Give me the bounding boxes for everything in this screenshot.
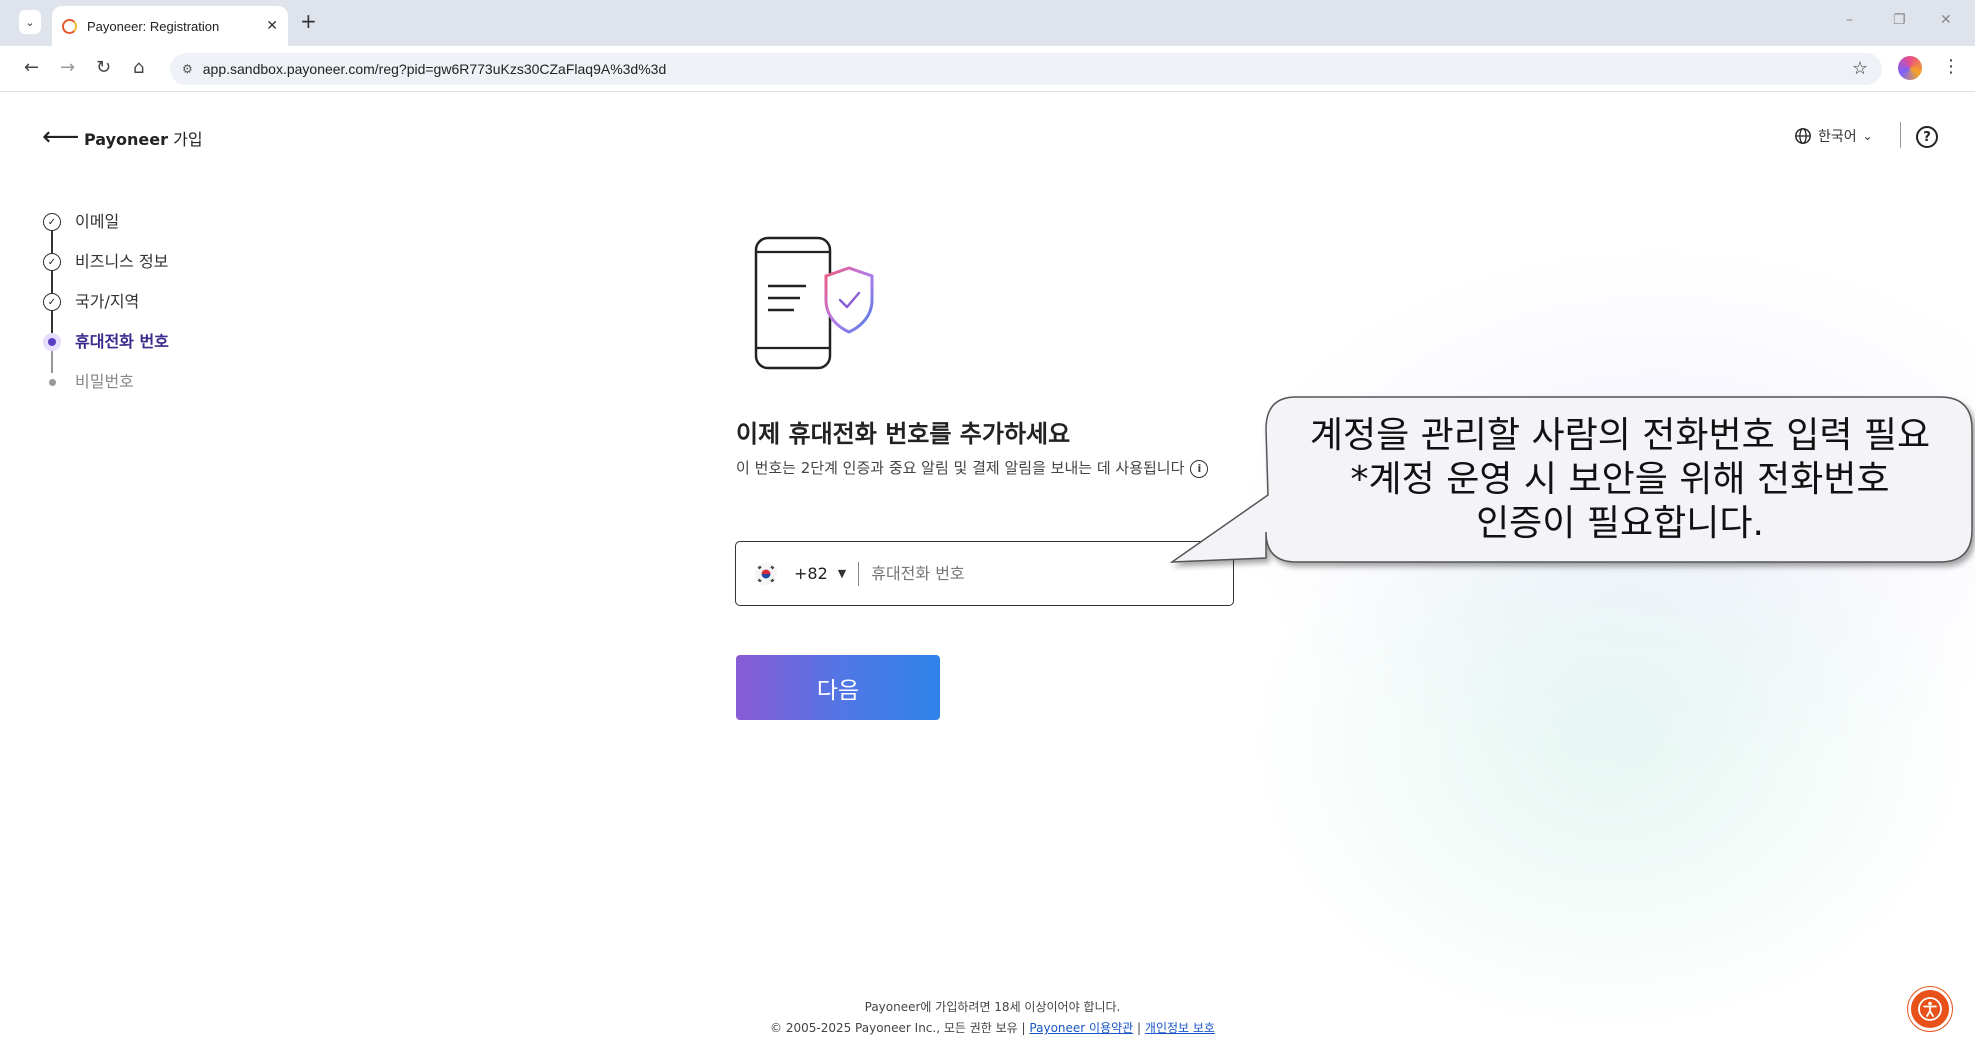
accessibility-figure-icon bbox=[1918, 997, 1942, 1021]
forward-nav-icon[interactable]: → bbox=[60, 57, 75, 78]
browser-toolbar: ← → ↻ ⌂ ⚙ app.sandbox.payoneer.com/reg?p… bbox=[0, 46, 1975, 92]
step-business-info: ✓ 비즈니스 정보 bbox=[43, 252, 169, 294]
step-connector bbox=[51, 350, 53, 374]
phone-number-field: +82 ▼ bbox=[735, 541, 1234, 606]
checkmark-icon: ✓ bbox=[43, 213, 61, 231]
pending-step-dot-icon bbox=[43, 373, 61, 391]
tab-close-icon[interactable]: ✕ bbox=[266, 18, 278, 34]
subtitle-text: 이 번호는 2단계 인증과 중요 알림 및 결제 알림을 보내는 데 사용됩니다 bbox=[736, 459, 1185, 477]
privacy-link[interactable]: 개인정보 보호 bbox=[1145, 1021, 1215, 1035]
profile-avatar[interactable] bbox=[1898, 56, 1922, 80]
tab-search-button[interactable]: ⌄ bbox=[19, 10, 41, 34]
callout-line: *계정 운영 시 보안을 위해 전화번호 bbox=[1350, 459, 1890, 500]
step-label: 국가/지역 bbox=[75, 292, 140, 311]
page-subtitle: 이 번호는 2단계 인증과 중요 알림 및 결제 알림을 보내는 데 사용됩니다… bbox=[736, 456, 1236, 481]
step-connector bbox=[51, 230, 53, 254]
info-icon[interactable]: i bbox=[1190, 459, 1209, 478]
copyright-text: © 2005-2025 Payoneer Inc., 모든 권한 보유 | bbox=[770, 1021, 1026, 1035]
phone-shield-illustration-icon bbox=[754, 236, 874, 370]
back-nav-icon[interactable]: ← bbox=[24, 57, 39, 78]
step-label: 휴대전화 번호 bbox=[75, 332, 169, 351]
help-icon[interactable]: ? bbox=[1916, 126, 1938, 148]
current-step-dot-icon bbox=[43, 333, 61, 351]
url-text[interactable]: app.sandbox.payoneer.com/reg?pid=gw6R773… bbox=[203, 61, 666, 77]
registration-page: ⟵ Payoneer 가입 한국어 ⌄ ? ✓ 이메일 ✓ 비즈니스 정보 ✓ … bbox=[10, 92, 1975, 1049]
browser-menu-icon[interactable]: ⋮ bbox=[1942, 56, 1960, 77]
step-email: ✓ 이메일 bbox=[43, 212, 169, 254]
site-settings-icon[interactable]: ⚙ bbox=[182, 62, 193, 76]
address-bar[interactable]: ⚙ app.sandbox.payoneer.com/reg?pid=gw6R7… bbox=[170, 53, 1882, 85]
header-divider bbox=[1900, 122, 1901, 148]
language-selector[interactable]: 한국어 ⌄ bbox=[1794, 126, 1873, 146]
step-label: 비즈니스 정보 bbox=[75, 252, 169, 271]
callout-text: 계정을 관리할 사람의 전화번호 입력 필요 *계정 운영 시 보안을 위해 전… bbox=[1268, 414, 1972, 546]
bookmark-star-icon[interactable]: ☆ bbox=[1852, 58, 1868, 79]
brand-name: Payoneer bbox=[84, 130, 169, 149]
south-korea-flag-icon[interactable] bbox=[754, 562, 778, 586]
step-password: 비밀번호 bbox=[43, 372, 169, 412]
new-tab-button[interactable]: + bbox=[300, 9, 317, 33]
tab-title: Payoneer: Registration bbox=[87, 18, 220, 34]
close-window-button[interactable]: ✕ bbox=[1940, 12, 1952, 28]
copyright-line: © 2005-2025 Payoneer Inc., 모든 권한 보유 | Pa… bbox=[10, 1018, 1975, 1039]
field-divider bbox=[858, 561, 860, 586]
chevron-down-icon: ⌄ bbox=[1862, 129, 1873, 143]
step-country: ✓ 국가/지역 bbox=[43, 292, 169, 334]
minimize-button[interactable]: – bbox=[1846, 12, 1853, 28]
page-title: 이제 휴대전화 번호를 추가하세요 bbox=[736, 420, 1071, 448]
header-title-suffix: 가입 bbox=[168, 130, 203, 149]
step-connector bbox=[51, 310, 53, 334]
step-label: 이메일 bbox=[75, 212, 120, 231]
browser-tab-bar: ⌄ Payoneer: Registration ✕ + – ❐ ✕ bbox=[0, 0, 1975, 46]
checkmark-icon: ✓ bbox=[43, 253, 61, 271]
phone-number-input[interactable] bbox=[871, 564, 1202, 583]
accessibility-icon[interactable] bbox=[1908, 987, 1952, 1031]
reload-icon[interactable]: ↻ bbox=[96, 57, 111, 78]
page-footer: Payoneer에 가입하려면 18세 이상이어야 합니다. © 2005-20… bbox=[10, 997, 1975, 1039]
restore-button[interactable]: ❐ bbox=[1893, 12, 1906, 28]
language-label: 한국어 bbox=[1818, 129, 1857, 145]
step-phone: 휴대전화 번호 bbox=[43, 332, 169, 374]
next-button[interactable]: 다음 bbox=[736, 655, 940, 720]
back-arrow-icon[interactable]: ⟵ bbox=[42, 122, 79, 152]
terms-link[interactable]: Payoneer 이용약관 bbox=[1029, 1021, 1133, 1035]
footer-separator: | bbox=[1137, 1021, 1142, 1035]
payoneer-favicon-icon bbox=[62, 18, 77, 34]
globe-icon bbox=[1795, 128, 1811, 144]
callout-line: 계정을 관리할 사람의 전화번호 입력 필요 bbox=[1309, 415, 1931, 456]
page-header-title: Payoneer 가입 bbox=[84, 126, 203, 150]
caret-down-icon[interactable]: ▼ bbox=[838, 567, 846, 580]
country-dial-code[interactable]: +82 bbox=[794, 564, 828, 583]
browser-tab[interactable]: Payoneer: Registration ✕ bbox=[52, 6, 288, 46]
step-label: 비밀번호 bbox=[75, 372, 134, 391]
checkmark-icon: ✓ bbox=[43, 293, 61, 311]
home-icon[interactable]: ⌂ bbox=[133, 57, 144, 78]
callout-line: 인증이 필요합니다. bbox=[1476, 503, 1764, 544]
step-connector bbox=[51, 270, 53, 294]
registration-stepper: ✓ 이메일 ✓ 비즈니스 정보 ✓ 국가/지역 휴대전화 번호 비밀번호 bbox=[43, 212, 169, 412]
age-notice: Payoneer에 가입하려면 18세 이상이어야 합니다. bbox=[864, 1000, 1121, 1014]
